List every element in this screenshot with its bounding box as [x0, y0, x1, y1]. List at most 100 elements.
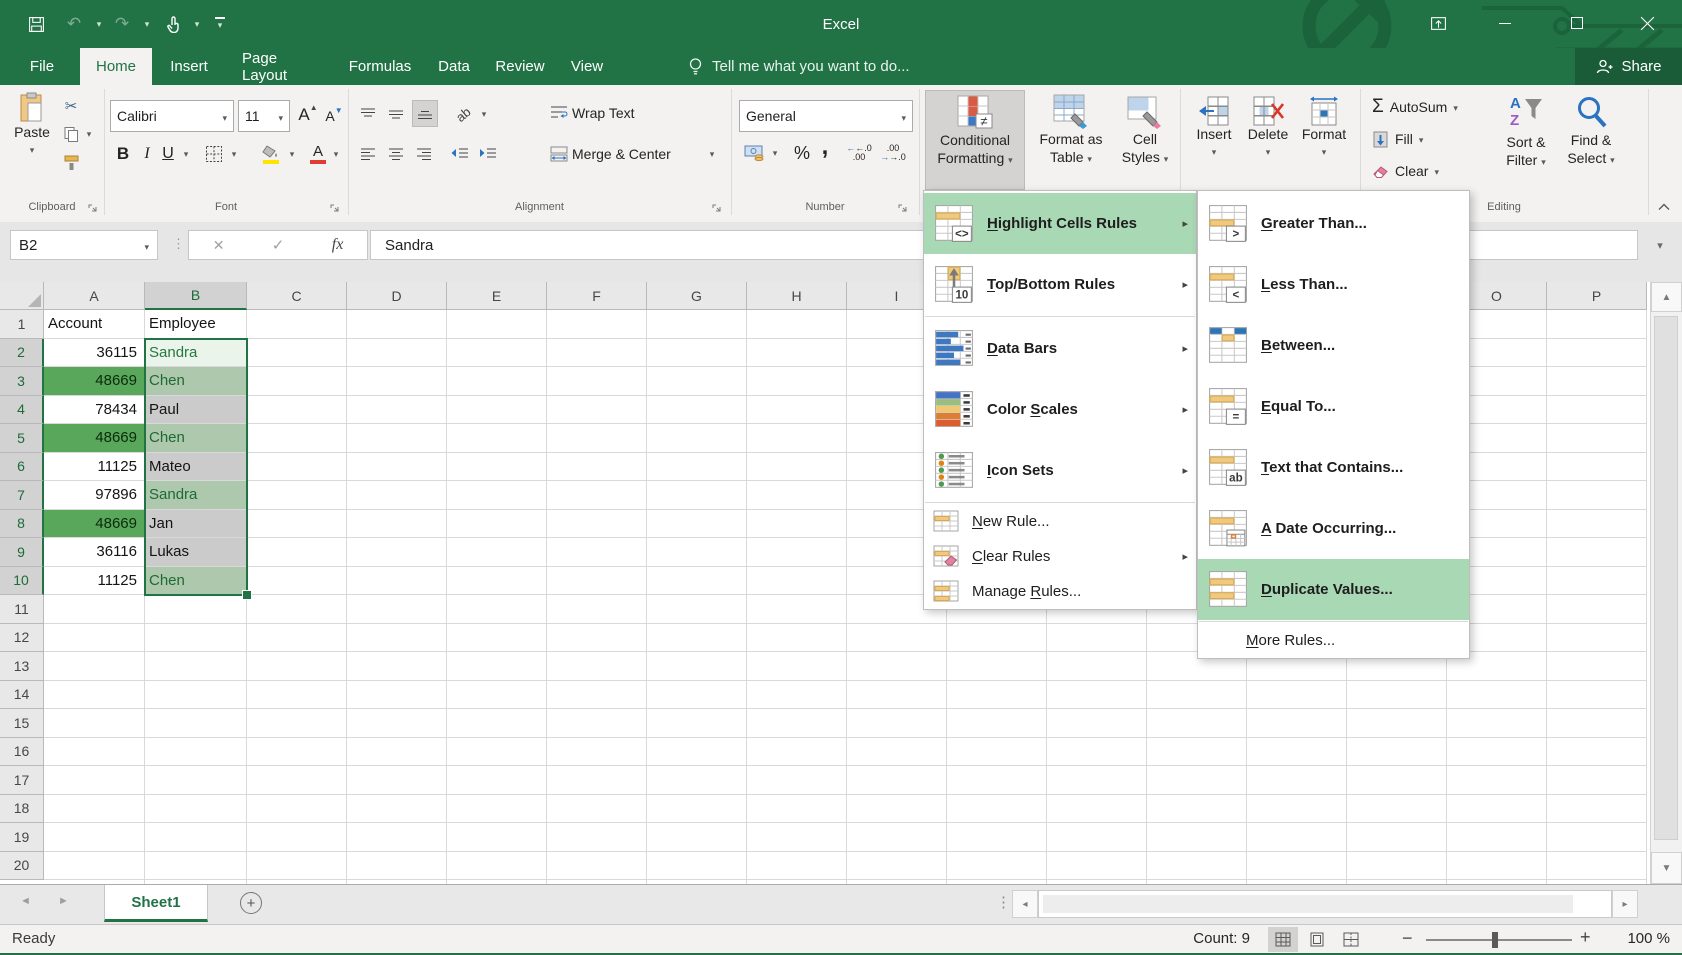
menu-item-between[interactable]: Between... [1198, 315, 1469, 376]
horizontal-scrollbar-thumb[interactable] [1043, 895, 1573, 913]
middle-align-icon[interactable] [384, 102, 408, 126]
orientation-caret-icon[interactable] [478, 107, 490, 121]
borders-caret-icon[interactable] [228, 147, 240, 161]
cell-A8[interactable]: 48669 [44, 510, 144, 538]
sort-filter-button[interactable]: A Z Sort &Filter [1496, 91, 1556, 191]
row-header-10[interactable]: 10 [0, 567, 44, 596]
find-select-button[interactable]: Find &Select [1560, 91, 1622, 191]
percent-style-button[interactable]: % [790, 140, 814, 166]
tell-me-box[interactable]: Tell me what you want to do... [688, 48, 910, 85]
column-header-P[interactable]: P [1547, 282, 1647, 310]
row-header-20[interactable]: 20 [0, 852, 44, 881]
align-right-icon[interactable] [412, 142, 436, 166]
clipboard-dialog-launcher-icon[interactable] [88, 202, 100, 214]
cell-A7[interactable]: 97896 [44, 481, 144, 509]
menu-item-highlight-cells-rules[interactable]: <>Highlight Cells Rules▸ [924, 193, 1196, 254]
font-name-combo[interactable]: Calibri [110, 100, 234, 132]
accounting-format-icon[interactable] [742, 140, 768, 166]
previous-sheet-icon[interactable]: ◄ [20, 895, 31, 907]
fill-color-caret-icon[interactable] [286, 147, 298, 161]
row-header-7[interactable]: 7 [0, 481, 44, 510]
row-header-1[interactable]: 1 [0, 310, 44, 339]
enter-icon[interactable]: ✓ [272, 236, 285, 254]
autosum-button[interactable]: Σ AutoSum [1372, 95, 1492, 119]
insert-function-icon[interactable]: fx [332, 236, 344, 254]
horizontal-scrollbar[interactable] [1038, 890, 1612, 918]
clear-button[interactable]: Clear [1372, 159, 1468, 183]
cancel-icon[interactable]: ✕ [213, 237, 225, 254]
align-center-icon[interactable] [384, 142, 408, 166]
fill-handle[interactable] [242, 590, 252, 600]
cell-B3[interactable]: Chen [145, 367, 246, 395]
delete-cells-button[interactable]: Delete [1242, 90, 1294, 190]
menu-item-text-that-contains[interactable]: abText that Contains... [1198, 437, 1469, 498]
fill-button[interactable]: Fill [1372, 127, 1462, 151]
cell-B6[interactable]: Mateo [145, 453, 246, 481]
ribbon-tab-home[interactable]: Home [80, 48, 152, 85]
column-header-G[interactable]: G [647, 282, 747, 310]
cell-A3[interactable]: 48669 [44, 367, 144, 395]
share-button[interactable]: Share [1575, 48, 1682, 85]
scroll-down-icon[interactable]: ▼ [1651, 852, 1682, 884]
borders-icon[interactable] [202, 142, 226, 166]
row-header-12[interactable]: 12 [0, 624, 44, 653]
menu-item-new-rule[interactable]: New Rule... [924, 504, 1196, 539]
menu-item-icon-sets[interactable]: Icon Sets▸ [924, 440, 1196, 501]
ribbon-tab-formulas[interactable]: Formulas [338, 48, 422, 85]
cell-A1[interactable]: Account [44, 310, 144, 338]
maximize-icon[interactable] [1560, 8, 1594, 38]
cell-B5[interactable]: Chen [145, 424, 246, 452]
format-as-table-button[interactable]: Format asTable [1030, 90, 1112, 190]
vertical-scrollbar[interactable]: ▲ ▼ [1650, 282, 1682, 884]
cell-B8[interactable]: Jan [145, 510, 246, 538]
close-icon[interactable] [1630, 8, 1664, 38]
cell-B4[interactable]: Paul [145, 396, 246, 424]
expand-formula-bar-icon[interactable]: ▾ [1646, 234, 1674, 256]
ribbon-tab-view[interactable]: View [558, 48, 616, 85]
merge-center-button[interactable]: Merge & Center [572, 142, 700, 166]
page-break-preview-icon[interactable] [1336, 927, 1366, 952]
zoom-in-icon[interactable]: + [1580, 927, 1591, 948]
normal-view-icon[interactable] [1268, 927, 1298, 952]
row-header-15[interactable]: 15 [0, 709, 44, 738]
row-header-3[interactable]: 3 [0, 367, 44, 396]
ribbon-display-options-icon[interactable] [1421, 8, 1455, 38]
menu-item-color-scales[interactable]: Color Scales▸ [924, 379, 1196, 440]
align-left-icon[interactable] [356, 142, 380, 166]
menu-item-greater-than[interactable]: >Greater Than... [1198, 193, 1469, 254]
row-header-8[interactable]: 8 [0, 510, 44, 539]
insert-cells-button[interactable]: Insert [1188, 90, 1240, 190]
formula-bar-gripper-icon[interactable]: ⋮ [172, 236, 184, 252]
accounting-caret-icon[interactable] [769, 146, 781, 160]
zoom-out-icon[interactable]: − [1402, 928, 1413, 949]
row-header-4[interactable]: 4 [0, 396, 44, 425]
menu-item-data-bars[interactable]: Data Bars▸ [924, 318, 1196, 379]
wrap-text-button[interactable]: Wrap Text [572, 101, 662, 125]
next-sheet-icon[interactable]: ► [58, 895, 69, 907]
column-header-E[interactable]: E [447, 282, 547, 310]
ribbon-tab-file[interactable]: File [8, 48, 76, 85]
row-header-11[interactable]: 11 [0, 595, 44, 624]
column-header-B[interactable]: B [145, 282, 247, 310]
row-header-18[interactable]: 18 [0, 795, 44, 824]
menu-item-a-date-occurring[interactable]: A Date Occurring... [1198, 498, 1469, 559]
cell-B1[interactable]: Employee [145, 310, 246, 338]
new-sheet-icon[interactable]: + [240, 892, 262, 914]
number-dialog-launcher-icon[interactable] [898, 202, 910, 214]
row-header-6[interactable]: 6 [0, 453, 44, 482]
row-header-13[interactable]: 13 [0, 652, 44, 681]
page-layout-view-icon[interactable] [1302, 927, 1332, 952]
row-header-2[interactable]: 2 [0, 339, 44, 368]
font-color-icon[interactable]: A [306, 140, 330, 168]
menu-item-top-bottom-rules[interactable]: 10Top/Bottom Rules▸ [924, 254, 1196, 315]
wrap-text-icon[interactable] [548, 101, 570, 125]
decrease-decimal-button[interactable]: .00→→.0 [878, 140, 908, 166]
copy-icon[interactable] [60, 123, 82, 145]
row-header-16[interactable]: 16 [0, 738, 44, 767]
decrease-font-size-button[interactable]: A▼ [322, 104, 346, 128]
cell-A5[interactable]: 48669 [44, 424, 144, 452]
cell-A6[interactable]: 11125 [44, 453, 144, 481]
column-header-D[interactable]: D [347, 282, 447, 310]
ribbon-tab-review[interactable]: Review [486, 48, 554, 85]
underline-caret-icon[interactable] [180, 147, 192, 161]
